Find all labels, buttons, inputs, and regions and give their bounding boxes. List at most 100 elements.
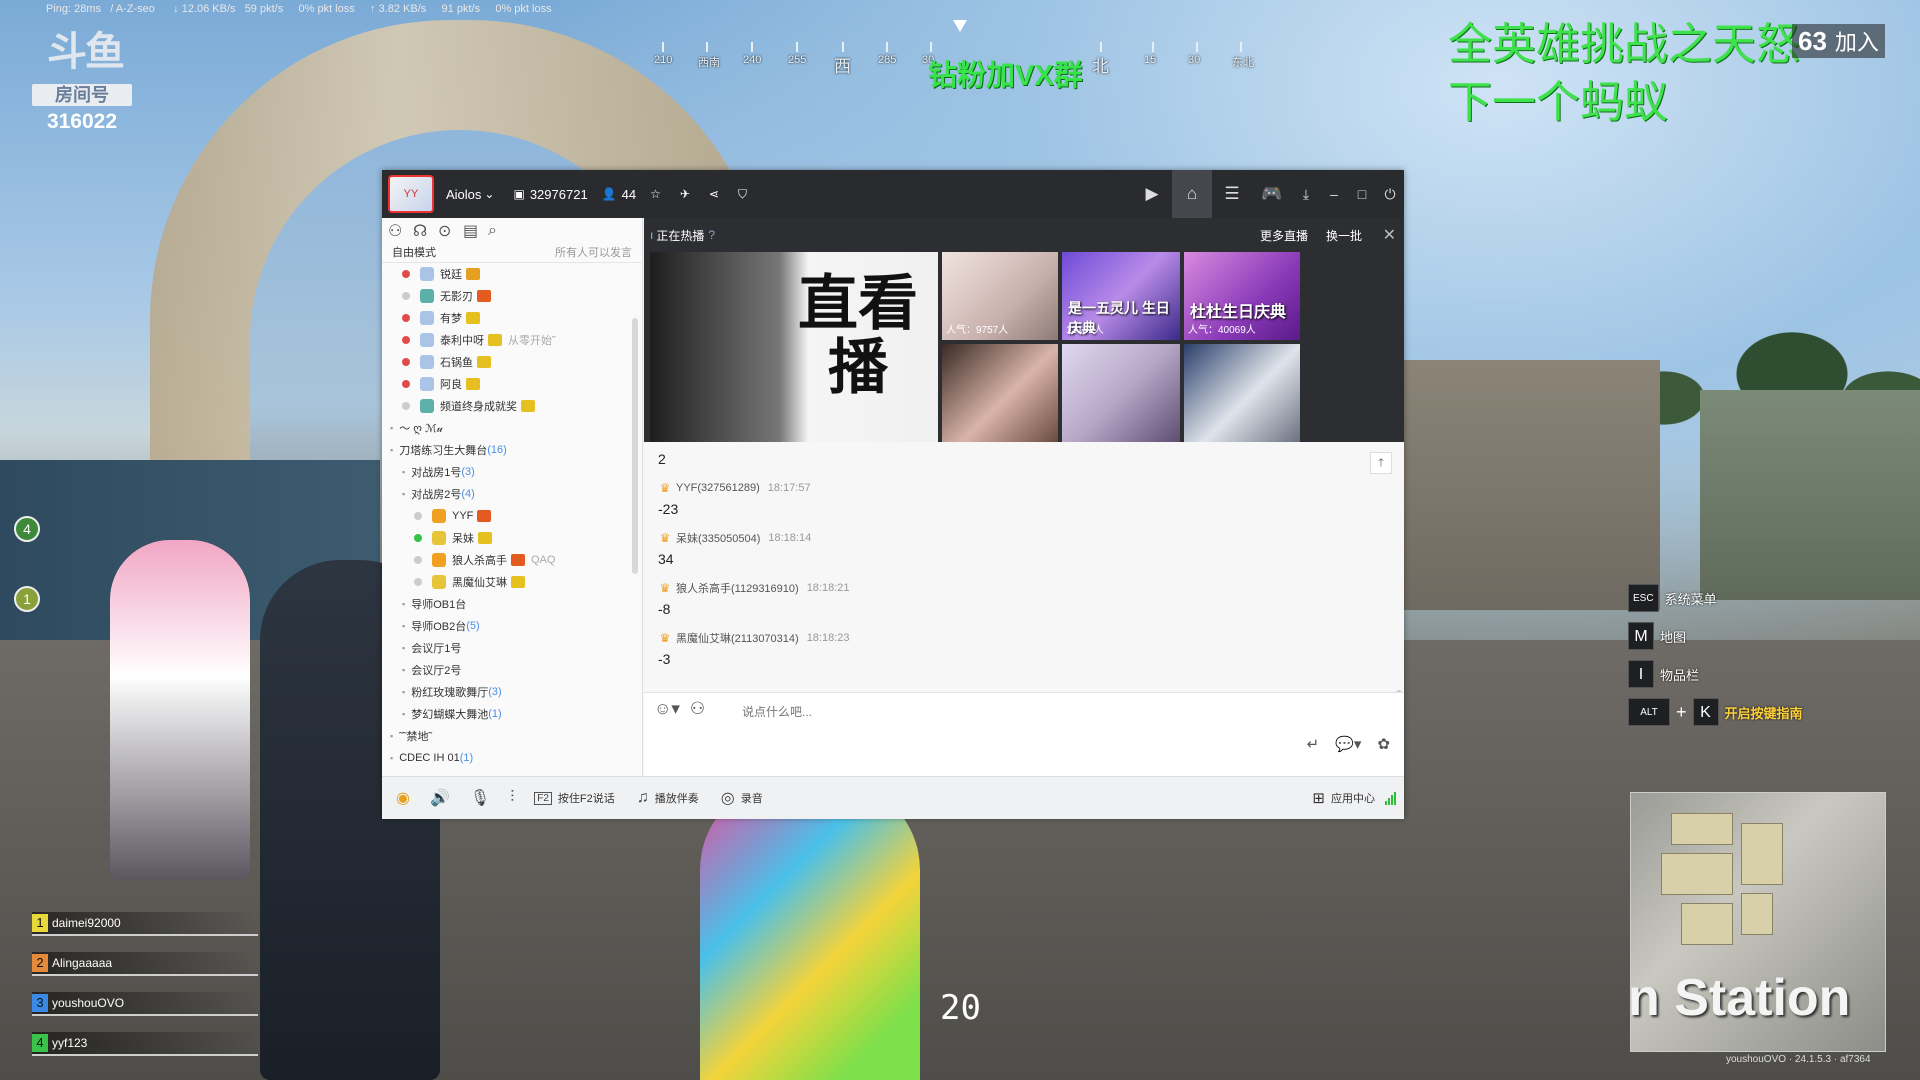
mic-button[interactable]: 🎙 (470, 788, 496, 808)
message-user[interactable]: 狼人杀高手(1129316910) (676, 580, 799, 596)
member-item[interactable]: 锐廷 (382, 263, 642, 285)
live-thumbnail[interactable]: 人气：9757人 (942, 252, 1058, 340)
channel-item[interactable]: ▪ 对战房2号 (4) (382, 483, 642, 505)
message-user[interactable]: 黑魔仙艾琳(2113070314) (676, 630, 799, 646)
voice-chat-window[interactable]: YY Aiolos ⌄ ▣ 32976721 👤 44 ☆ ✈ ⋖ ⛉ ▶ ⌂ ☰ 🎮… (382, 170, 1404, 819)
channel-tree[interactable]: 锐廷 无影刃有梦泰利中呀 从零开始˜ 石锅鱼阿良频道终身成就奖 ▪ ～ ღ ℳ𝓊 ▪ 刀塔练习… (382, 263, 642, 775)
share-button[interactable]: ⋖ (709, 187, 724, 201)
live-thumbnail[interactable]: 杜杜生日庆典 人气：40069人 (1184, 252, 1300, 340)
status-dot (402, 270, 410, 278)
channel-avatar[interactable]: YY (388, 175, 434, 213)
search-icon[interactable]: ⌕ (488, 222, 513, 240)
building (1400, 360, 1660, 610)
app-center[interactable]: ⊞ 应用中心 (1312, 789, 1396, 807)
favorite-button[interactable]: ☆ (650, 187, 666, 201)
channel-item[interactable]: ▪ 导师OB2台 (5) (382, 615, 642, 637)
message-input[interactable] (740, 701, 1264, 723)
channel-item[interactable]: ▪ 导师OB1台 (382, 593, 642, 615)
accompany-button[interactable]: ♫ 播放伴奏 (637, 789, 699, 807)
mode-label[interactable]: 自由模式 (392, 244, 436, 262)
live-thumbnail[interactable] (942, 344, 1058, 442)
flower-icon[interactable]: ✿ (1377, 735, 1390, 753)
maximize-button[interactable]: □ (1348, 170, 1376, 218)
video-button[interactable]: ▶ (1132, 170, 1172, 218)
bottom-toolbar: ◉ 🔊 🎙 ⫶ F2 按住F2说话 ♫ 播放伴奏 ◎ 录音 ⊞ 应用中心 (382, 776, 1404, 819)
channel-item[interactable]: ▪ 会议厅2号 (382, 659, 642, 681)
building-shed (1700, 390, 1920, 600)
game-button[interactable]: 🎮 (1252, 170, 1292, 218)
more-live-link[interactable]: 更多直播 (1260, 227, 1308, 244)
join-indicator[interactable]: 63 加入 (1792, 24, 1885, 58)
notes-icon[interactable]: ▤ (463, 221, 488, 241)
live-thumbnail[interactable] (1184, 344, 1300, 442)
home-button[interactable]: ⌂ (1172, 170, 1212, 218)
join-label: 加入 (1834, 30, 1879, 55)
help-icon[interactable]: ? (708, 228, 715, 242)
member-name: 有梦 (440, 313, 462, 325)
member-item[interactable]: 黑魔仙艾琳 (382, 571, 642, 593)
team-list: 1 daimei92000 2 Alingaaaaa 3 youshouOVO 4 yyf12… (32, 912, 258, 1072)
status-dot (402, 358, 410, 366)
member-item[interactable]: 呆妹 (382, 527, 642, 549)
member-item[interactable]: YYF (382, 505, 642, 527)
sticker-icon[interactable]: ⚇ (690, 699, 705, 719)
live-thumbnail[interactable]: 是一五灵儿 生日庆典 13132人 (1062, 252, 1180, 340)
star-icon: ☆ (650, 187, 661, 201)
push-to-talk[interactable]: F2 按住F2说话 (534, 790, 615, 806)
title-bar[interactable]: YY Aiolos ⌄ ▣ 32976721 👤 44 ☆ ✈ ⋖ ⛉ ▶ ⌂ ☰ 🎮… (382, 170, 1404, 218)
teammate-name: yyf123 (52, 1036, 88, 1050)
member-item[interactable]: 阿良 (382, 373, 642, 395)
collapse-button[interactable]: ⤓ (1292, 170, 1320, 218)
channel-item[interactable]: ▪ 对战房1号 (3) (382, 461, 642, 483)
channel-item[interactable]: ▪CDEC IH 02 (382, 769, 642, 775)
channel-item[interactable]: ▪ ˜˜禁地˜ (382, 725, 642, 747)
mixer-button[interactable]: ⫶ (510, 789, 520, 807)
record-button[interactable]: ◎ 录音 (721, 788, 763, 808)
member-item[interactable]: 频道终身成就奖 (382, 395, 642, 417)
version-text: youshouOVO · 24.1.5.3 · af7364 (1726, 1054, 1871, 1065)
emoji-icon[interactable]: ☺▾ (654, 699, 680, 719)
user-icon[interactable]: ⚇ (388, 221, 413, 241)
channel-item[interactable]: ▪ 刀塔练习生大舞台 (16) (382, 439, 642, 461)
member-item[interactable]: 有梦 (382, 307, 642, 329)
live-thumbnail[interactable] (1062, 344, 1180, 442)
channel-item[interactable]: ▪ 粉红玫瑰歌舞厅 (3) (382, 681, 642, 703)
mode-bar: 自由模式 所有人可以发言 (382, 244, 642, 263)
enter-icon[interactable]: ↵ (1307, 735, 1320, 753)
close-icon[interactable]: ✕ (1383, 225, 1396, 245)
tree-scrollbar[interactable] (632, 318, 638, 574)
message-list[interactable]: 2 ♛ YYF(327561289) 18:17:57 -23 ♛ 呆妹(335050504… (644, 442, 1404, 692)
chat-mode-icon[interactable]: 💬▾ (1335, 735, 1361, 753)
folder-icon: ▪ (390, 731, 394, 741)
plane-button[interactable]: ✈ (680, 187, 695, 201)
member-item[interactable]: 泰利中呀 从零开始˜ (382, 329, 642, 351)
shield-button[interactable]: ⛉ (738, 187, 752, 202)
channel-item[interactable]: ▪ ～ ღ ℳ𝓊 (382, 417, 642, 439)
channel-item[interactable]: ▪ 梦幻蝴蝶大舞池 (1) (382, 703, 642, 725)
key-label: 系统菜单 (1664, 591, 1717, 607)
channel-item[interactable]: ▪ 会议厅1号 (382, 637, 642, 659)
member-item[interactable]: 石锅鱼 (382, 351, 642, 373)
power-button[interactable]: ⏻ (1376, 170, 1404, 218)
channel-item[interactable]: ▪ CDEC IH 01 (1) (382, 747, 642, 769)
scroll-top-button[interactable]: 🡑 (1370, 452, 1392, 474)
mascot-button[interactable]: ◉ (396, 788, 416, 808)
video-icon: ▶ (1145, 184, 1159, 203)
key-m: M (1628, 622, 1654, 650)
mascot-icon: ◉ (396, 790, 410, 807)
message-user[interactable]: YYF(327561289) (676, 482, 760, 494)
list-button[interactable]: ☰ (1212, 170, 1252, 218)
member-name: 阿良 (440, 379, 462, 391)
gamepad-icon: 🎮 (1261, 184, 1283, 203)
change-batch-link[interactable]: 换一批 (1326, 227, 1362, 244)
location-icon[interactable]: ⊙ (438, 221, 463, 241)
minimize-button[interactable]: – (1320, 170, 1348, 218)
message-user[interactable]: 呆妹(335050504) (676, 530, 760, 546)
speaker-button[interactable]: 🔊 (430, 788, 456, 808)
live-thumbnail[interactable]: 直看播 (650, 252, 938, 442)
folder-icon: ▪ (402, 643, 406, 653)
nickname-dropdown[interactable]: Aiolos ⌄ (446, 187, 499, 202)
headset-icon[interactable]: ☊ (413, 221, 438, 241)
member-item[interactable]: 狼人杀高手 QAQ (382, 549, 642, 571)
member-item[interactable]: 无影刃 (382, 285, 642, 307)
